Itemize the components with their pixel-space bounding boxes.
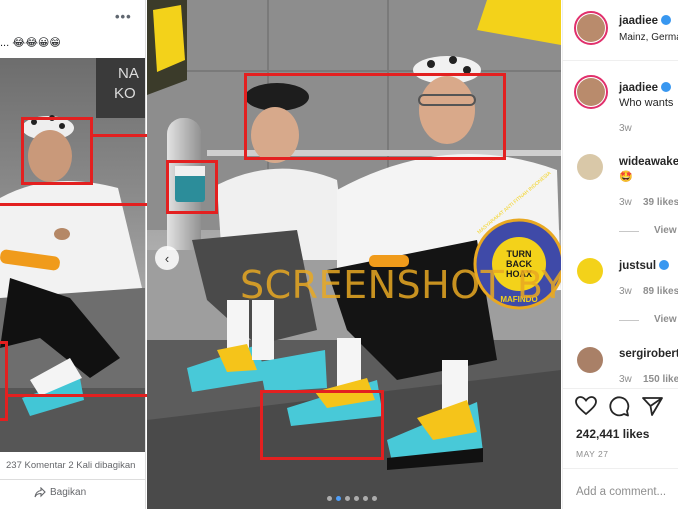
post-stats: 237 Komentar 2 Kali dibagikan (6, 460, 135, 471)
post-location[interactable]: Mainz, Germa (619, 32, 678, 43)
comment-author[interactable]: wideawake (619, 156, 678, 168)
carousel-dot (363, 496, 368, 501)
divider (563, 60, 678, 61)
highlight-box-shoe-right (260, 390, 384, 460)
more-options-icon[interactable]: ••• (115, 9, 132, 24)
carousel-dot (327, 496, 332, 501)
highlight-box-cup (166, 160, 218, 214)
avatar[interactable] (577, 154, 603, 180)
wall-sign-text: NA (118, 65, 139, 82)
comment-author[interactable]: sergirobert (619, 348, 678, 360)
svg-text:KO: KO (114, 85, 136, 102)
chevron-left-icon[interactable]: ‹ (155, 246, 179, 270)
action-bar (575, 396, 663, 417)
share-button[interactable]: Bagikan (34, 487, 86, 498)
avatar[interactable] (577, 78, 605, 106)
share-count[interactable]: 2 Kali dibagikan (68, 460, 135, 471)
caption-time[interactable]: 3w (619, 123, 632, 134)
instagram-sidebar: jaadiee Mainz, Germa jaadiee Who wants 3… (562, 0, 678, 509)
like-count[interactable]: 242,441 likes (576, 427, 649, 441)
comment-count[interactable]: 237 Komentar (6, 460, 66, 471)
share-label: Bagikan (50, 487, 87, 498)
divider (563, 468, 678, 469)
comment-likes[interactable]: 89 likes (643, 286, 678, 297)
share-icon (34, 487, 46, 498)
avatar[interactable] (577, 347, 603, 373)
facebook-post-photo[interactable]: NA KO (0, 58, 145, 452)
svg-text:TURN: TURN (507, 249, 532, 259)
comment-time[interactable]: 3w (619, 197, 632, 208)
comment-time[interactable]: 3w (619, 286, 632, 297)
comment-likes[interactable]: 39 likes (643, 197, 678, 208)
verified-badge-icon (661, 15, 671, 25)
facebook-post: ••• ... 😂😂😀😁 NA KO 237 Komentar 2 Kali d… (0, 0, 146, 509)
caption-author[interactable]: jaadiee (619, 82, 671, 94)
avatar[interactable] (577, 258, 603, 284)
add-comment-input[interactable]: Add a comment... (576, 486, 666, 498)
post-date[interactable]: MAY 27 (576, 449, 608, 459)
connector-line-cup (0, 203, 168, 206)
carousel-dot-active (336, 496, 341, 501)
comment-author[interactable]: justsul (619, 260, 670, 272)
carousel-indicator (327, 496, 377, 501)
screenshot-watermark: SCREENSHOT BY (240, 263, 561, 307)
post-author[interactable]: jaadiee (619, 15, 671, 27)
divider (619, 320, 639, 321)
comment-time[interactable]: 3w (619, 374, 632, 385)
instagram-post-photo[interactable]: TURN BACK HOAX MAFINDO MASYARAKAT ANTI F… (147, 0, 561, 509)
verified-badge-icon (661, 82, 671, 92)
caption-text: Who wants (619, 97, 674, 109)
highlight-box-face-right (244, 73, 506, 160)
comment-likes[interactable]: 150 likes (643, 374, 678, 385)
carousel-dot (372, 496, 377, 501)
comment-text: 🤩 (619, 171, 633, 183)
heart-icon[interactable] (575, 396, 597, 416)
carousel-dot (345, 496, 350, 501)
view-replies-button[interactable]: View (654, 225, 677, 236)
view-replies-button[interactable]: View (654, 314, 677, 325)
verified-badge-icon (659, 260, 670, 270)
divider (0, 479, 145, 480)
divider (619, 231, 639, 232)
divider (563, 388, 678, 389)
avatar[interactable] (577, 14, 605, 42)
post-caption: ... 😂😂😀😁 (0, 37, 61, 49)
highlight-box-face-left (21, 117, 93, 185)
comment-icon[interactable] (609, 396, 630, 417)
carousel-dot (354, 496, 359, 501)
send-icon[interactable] (642, 396, 663, 416)
highlight-box-shoe-left (0, 341, 8, 421)
